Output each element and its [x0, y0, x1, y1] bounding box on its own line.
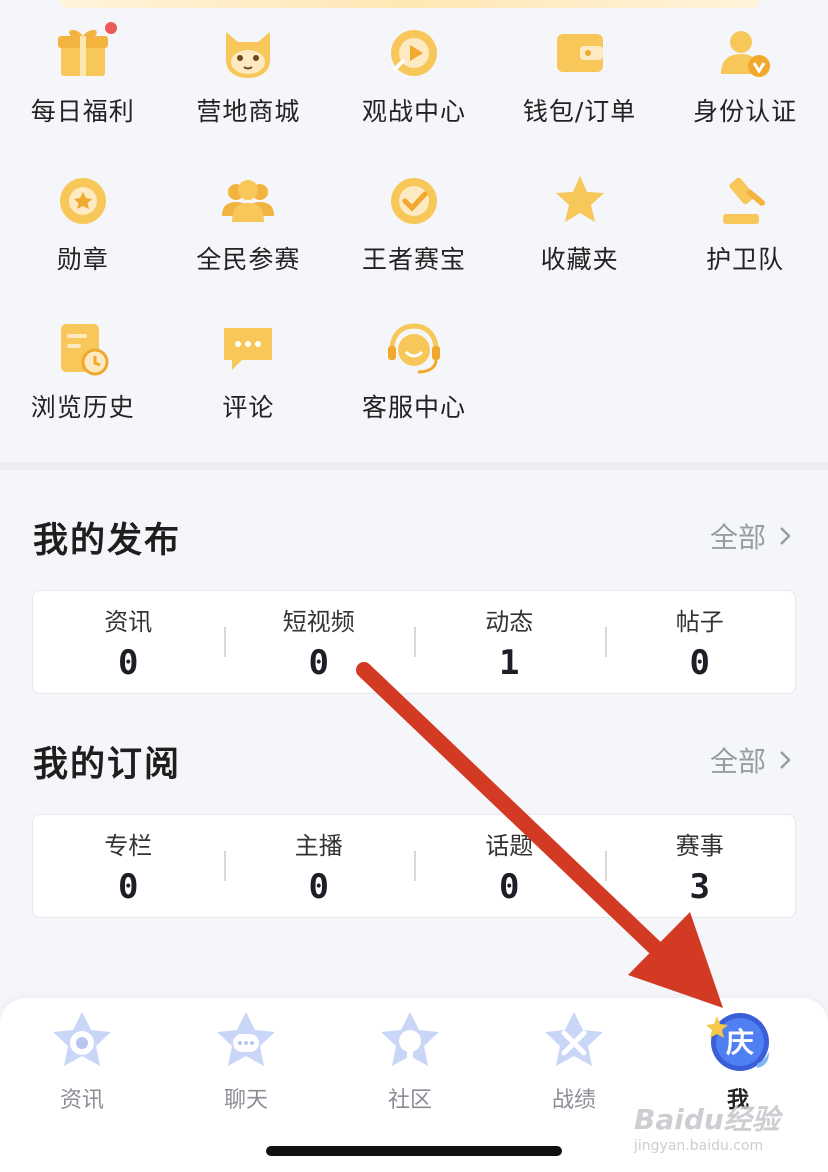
- check-circle-icon: [384, 170, 444, 230]
- stat-value: 0: [308, 642, 329, 683]
- shortcut-label: 评论: [222, 393, 275, 422]
- shortcut-label: 客服中心: [361, 393, 466, 422]
- shortcut-camp-mall[interactable]: 营地商城: [166, 18, 332, 166]
- swords-star-icon: [545, 1012, 603, 1066]
- tab-label: 资讯: [59, 1088, 104, 1113]
- shortcut-label: 身份认证: [693, 97, 798, 126]
- subscribe-section-title: 我的订阅: [33, 745, 182, 785]
- shortcut-grid: 每日福利 营地商城 观战中心 钱包/订单 身份认证 勋章 全民参赛 王者赛宝 收…: [0, 18, 828, 462]
- notification-dot: [102, 20, 119, 36]
- shortcut-label: 每日福利: [30, 97, 135, 126]
- home-indicator: [266, 1146, 562, 1156]
- star-icon: [550, 170, 610, 230]
- verified-user-icon: [715, 22, 775, 82]
- tab-label: 社区: [387, 1088, 432, 1113]
- shortcut-label: 钱包/订单: [522, 97, 637, 126]
- stat-label: 主播: [294, 831, 343, 860]
- stat-news[interactable]: 资讯 0: [33, 591, 224, 693]
- publish-section-title: 我的发布: [33, 521, 182, 561]
- stat-value: 0: [689, 642, 710, 683]
- shortcut-identity-verify[interactable]: 身份认证: [662, 18, 828, 166]
- tab-label: 战绩: [551, 1088, 596, 1113]
- stat-topics[interactable]: 话题 0: [414, 815, 605, 917]
- history-doc-icon: [53, 318, 113, 378]
- medal-icon: [53, 170, 113, 230]
- community-star-icon: [381, 1012, 439, 1066]
- publish-stats-card: 资讯 0 短视频 0 动态 1 帖子 0: [32, 590, 796, 694]
- publish-view-all[interactable]: 全部: [710, 516, 794, 556]
- stat-events[interactable]: 赛事 3: [604, 815, 796, 917]
- headset-icon: [384, 318, 444, 378]
- wallet-icon: [550, 22, 610, 82]
- celebration-badge-text: 庆: [726, 1026, 754, 1059]
- stat-dynamic[interactable]: 动态 1: [414, 591, 605, 693]
- tab-news[interactable]: 资讯: [17, 1008, 147, 1114]
- cat-mascot-icon: [218, 22, 278, 82]
- shortcut-service-center[interactable]: 客服中心: [331, 314, 497, 462]
- shortcut-favorites[interactable]: 收藏夹: [497, 166, 663, 314]
- tab-label: 聊天: [223, 1088, 268, 1113]
- chat-star-icon: [217, 1012, 275, 1066]
- stat-value: 0: [118, 866, 139, 907]
- shortcut-label: 收藏夹: [540, 245, 619, 274]
- stat-posts[interactable]: 帖子 0: [604, 591, 796, 693]
- shortcut-comments[interactable]: 评论: [166, 314, 332, 462]
- shortcut-label: 观战中心: [361, 97, 466, 126]
- watermark-url: jingyan.baidu.com: [634, 1138, 764, 1154]
- gift-icon: [53, 20, 119, 82]
- stat-label: 资讯: [104, 607, 153, 636]
- team-icon: [218, 170, 278, 230]
- play-circle-icon: [384, 22, 444, 82]
- shortcut-medals[interactable]: 勋章: [0, 166, 166, 314]
- stat-label: 动态: [485, 607, 534, 636]
- stat-streamers[interactable]: 主播 0: [223, 815, 415, 917]
- subscribe-stats-card: 专栏 0 主播 0 话题 0 赛事 3: [32, 814, 796, 918]
- subscribe-view-all[interactable]: 全部: [710, 740, 794, 780]
- view-all-label: 全部: [709, 745, 766, 778]
- news-star-icon: [53, 1012, 111, 1066]
- shortcut-wallet-orders[interactable]: 钱包/订单: [497, 18, 663, 166]
- shortcut-daily-welfare[interactable]: 每日福利: [0, 18, 166, 166]
- stat-short-video[interactable]: 短视频 0: [223, 591, 415, 693]
- shortcut-label: 王者赛宝: [361, 245, 466, 274]
- stat-label: 专栏: [104, 831, 153, 860]
- shortcut-label: 营地商城: [196, 97, 301, 126]
- shortcut-label: 浏览历史: [30, 393, 135, 422]
- watermark-brand: Baidu经验: [634, 1103, 780, 1136]
- stat-label: 帖子: [675, 607, 724, 636]
- stat-columns[interactable]: 专栏 0: [33, 815, 224, 917]
- celebration-avatar-icon: 庆: [706, 1013, 769, 1071]
- stat-label: 短视频: [282, 607, 355, 636]
- baidu-watermark: Baidu经验 jingyan.baidu.com: [634, 1098, 780, 1154]
- stat-value: 0: [118, 642, 139, 683]
- stat-value: 1: [499, 642, 520, 683]
- tab-records[interactable]: 战绩: [509, 1008, 639, 1114]
- section-divider: [0, 462, 828, 470]
- shortcut-label: 护卫队: [706, 245, 785, 274]
- view-all-label: 全部: [709, 521, 766, 554]
- tab-community[interactable]: 社区: [345, 1008, 475, 1114]
- shortcut-king-treasure[interactable]: 王者赛宝: [331, 166, 497, 314]
- shortcut-browse-history[interactable]: 浏览历史: [0, 314, 166, 462]
- chevron-right-icon: [780, 751, 791, 769]
- stat-value: 0: [308, 866, 329, 907]
- stat-label: 话题: [485, 831, 534, 860]
- stat-value: 0: [499, 866, 520, 907]
- shortcut-label: 全民参赛: [196, 245, 301, 274]
- gavel-icon: [715, 170, 775, 230]
- top-banner-edge: [60, 0, 760, 8]
- shortcut-watch-center[interactable]: 观战中心: [331, 18, 497, 166]
- shortcut-all-compete[interactable]: 全民参赛: [166, 166, 332, 314]
- stat-value: 3: [689, 866, 710, 907]
- stat-label: 赛事: [675, 831, 724, 860]
- shortcut-label: 勋章: [56, 245, 109, 274]
- shortcut-guard-team[interactable]: 护卫队: [662, 166, 828, 314]
- comment-icon: [218, 318, 278, 378]
- chevron-right-icon: [780, 527, 791, 545]
- tab-chat[interactable]: 聊天: [181, 1008, 311, 1114]
